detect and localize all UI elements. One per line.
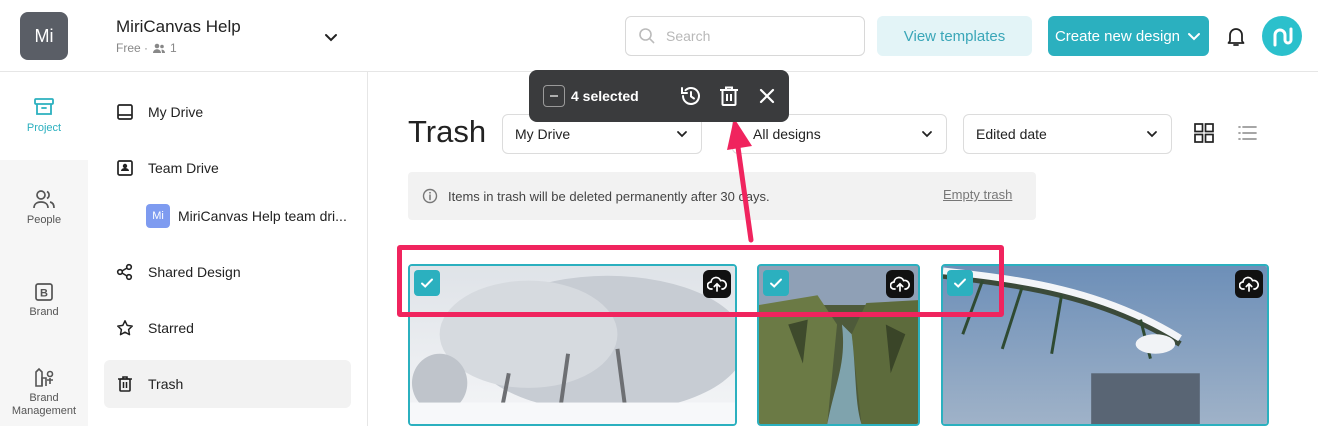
restore-cloud-button[interactable] — [1235, 270, 1263, 298]
brand-management-icon — [35, 367, 54, 387]
workspace-avatar[interactable]: Mi — [20, 12, 68, 60]
workspace-name[interactable]: MiriCanvas Help — [116, 17, 241, 37]
sidebar-item-trash[interactable]: Trash — [104, 360, 351, 408]
user-logo-icon — [1273, 27, 1293, 47]
svg-text:B: B — [40, 288, 48, 300]
annotation-highlight-box — [397, 245, 1004, 317]
selected-count: 4 selected — [571, 88, 639, 104]
top-header: Mi MiriCanvas Help Free · 1 View templat… — [0, 0, 1318, 72]
deselect-all-checkbox[interactable] — [543, 85, 565, 107]
rail-item-label: Brand — [29, 306, 59, 318]
empty-trash-link[interactable]: Empty trash — [943, 187, 1012, 202]
info-icon — [422, 188, 438, 204]
search-box[interactable] — [625, 16, 865, 56]
rail-item-label: People — [26, 214, 62, 226]
close-icon[interactable] — [755, 84, 779, 108]
rail-item-brand-management[interactable]: Brand Management — [0, 366, 88, 418]
view-templates-button[interactable]: View templates — [877, 16, 1032, 56]
bell-icon[interactable] — [1224, 24, 1248, 48]
brand-icon: B — [35, 283, 53, 301]
restore-history-icon[interactable] — [679, 84, 703, 108]
workspace-meta: Free · 1 — [116, 41, 177, 55]
sidebar-item-team-drive-child[interactable]: Mi MiriCanvas Help team dri... — [134, 192, 354, 240]
search-input[interactable] — [666, 28, 846, 44]
sidebar-item-label: Starred — [148, 320, 194, 336]
location-filter-value: My Drive — [515, 126, 571, 142]
members-icon — [153, 43, 166, 53]
user-avatar[interactable] — [1262, 16, 1302, 56]
archive-icon — [34, 98, 54, 115]
drive-icon — [117, 104, 133, 120]
team-drive-icon — [117, 160, 133, 176]
rail-item-label: Project — [26, 122, 62, 134]
cloud-upload-icon — [1239, 276, 1259, 292]
sidebar-item-my-drive[interactable]: My Drive — [104, 88, 351, 136]
sidebar-item-label: Team Drive — [148, 160, 219, 176]
create-new-design-button[interactable]: Create new design — [1048, 16, 1209, 56]
star-icon — [117, 320, 133, 336]
chevron-down-icon[interactable] — [320, 26, 342, 48]
sidebar-item-label: MiriCanvas Help team dri... — [178, 208, 347, 224]
list-view-icon[interactable] — [1236, 122, 1258, 144]
type-filter-value: All designs — [753, 126, 821, 142]
sidebar-item-starred[interactable]: Starred — [104, 304, 351, 352]
rail-item-label: Brand Management — [11, 392, 77, 417]
notice-text: Items in trash will be deleted permanent… — [448, 188, 770, 204]
create-new-design-label: Create new design — [1054, 27, 1181, 45]
minus-icon — [550, 95, 558, 97]
chevron-down-icon — [677, 131, 687, 138]
workspace-plan: Free · — [116, 41, 149, 55]
trash-notice: Items in trash will be deleted permanent… — [408, 172, 1036, 220]
sidebar-item-label: Shared Design — [148, 264, 241, 280]
rail-item-people[interactable]: People — [0, 188, 88, 227]
chevron-down-icon — [1188, 33, 1201, 41]
trash-icon — [118, 376, 132, 392]
page-title: Trash — [408, 114, 487, 149]
delete-permanently-icon[interactable] — [717, 84, 741, 108]
sort-dropdown[interactable]: Edited date — [963, 114, 1172, 154]
team-avatar: Mi — [146, 204, 170, 228]
people-icon — [33, 190, 55, 209]
sidebar: My Drive Team Drive Mi MiriCanvas Help t… — [88, 72, 368, 426]
search-icon — [639, 28, 655, 44]
icon-rail: Project People B Brand Brand Management — [0, 72, 88, 426]
chevron-down-icon — [922, 131, 932, 138]
sidebar-item-label: Trash — [148, 376, 184, 392]
selection-toolbar: 4 selected — [529, 70, 789, 122]
member-count: 1 — [170, 41, 177, 55]
sidebar-item-label: My Drive — [148, 104, 204, 120]
rail-item-project[interactable]: Project — [0, 72, 88, 160]
rail-item-brand[interactable]: B Brand — [0, 282, 88, 319]
selection-actions — [679, 84, 779, 108]
sidebar-item-shared-design[interactable]: Shared Design — [104, 248, 351, 296]
sort-value: Edited date — [976, 126, 1047, 142]
share-icon — [116, 263, 133, 281]
chevron-down-icon — [1147, 131, 1157, 138]
grid-view-icon[interactable] — [1193, 122, 1215, 144]
sidebar-item-team-drive[interactable]: Team Drive — [104, 144, 351, 192]
